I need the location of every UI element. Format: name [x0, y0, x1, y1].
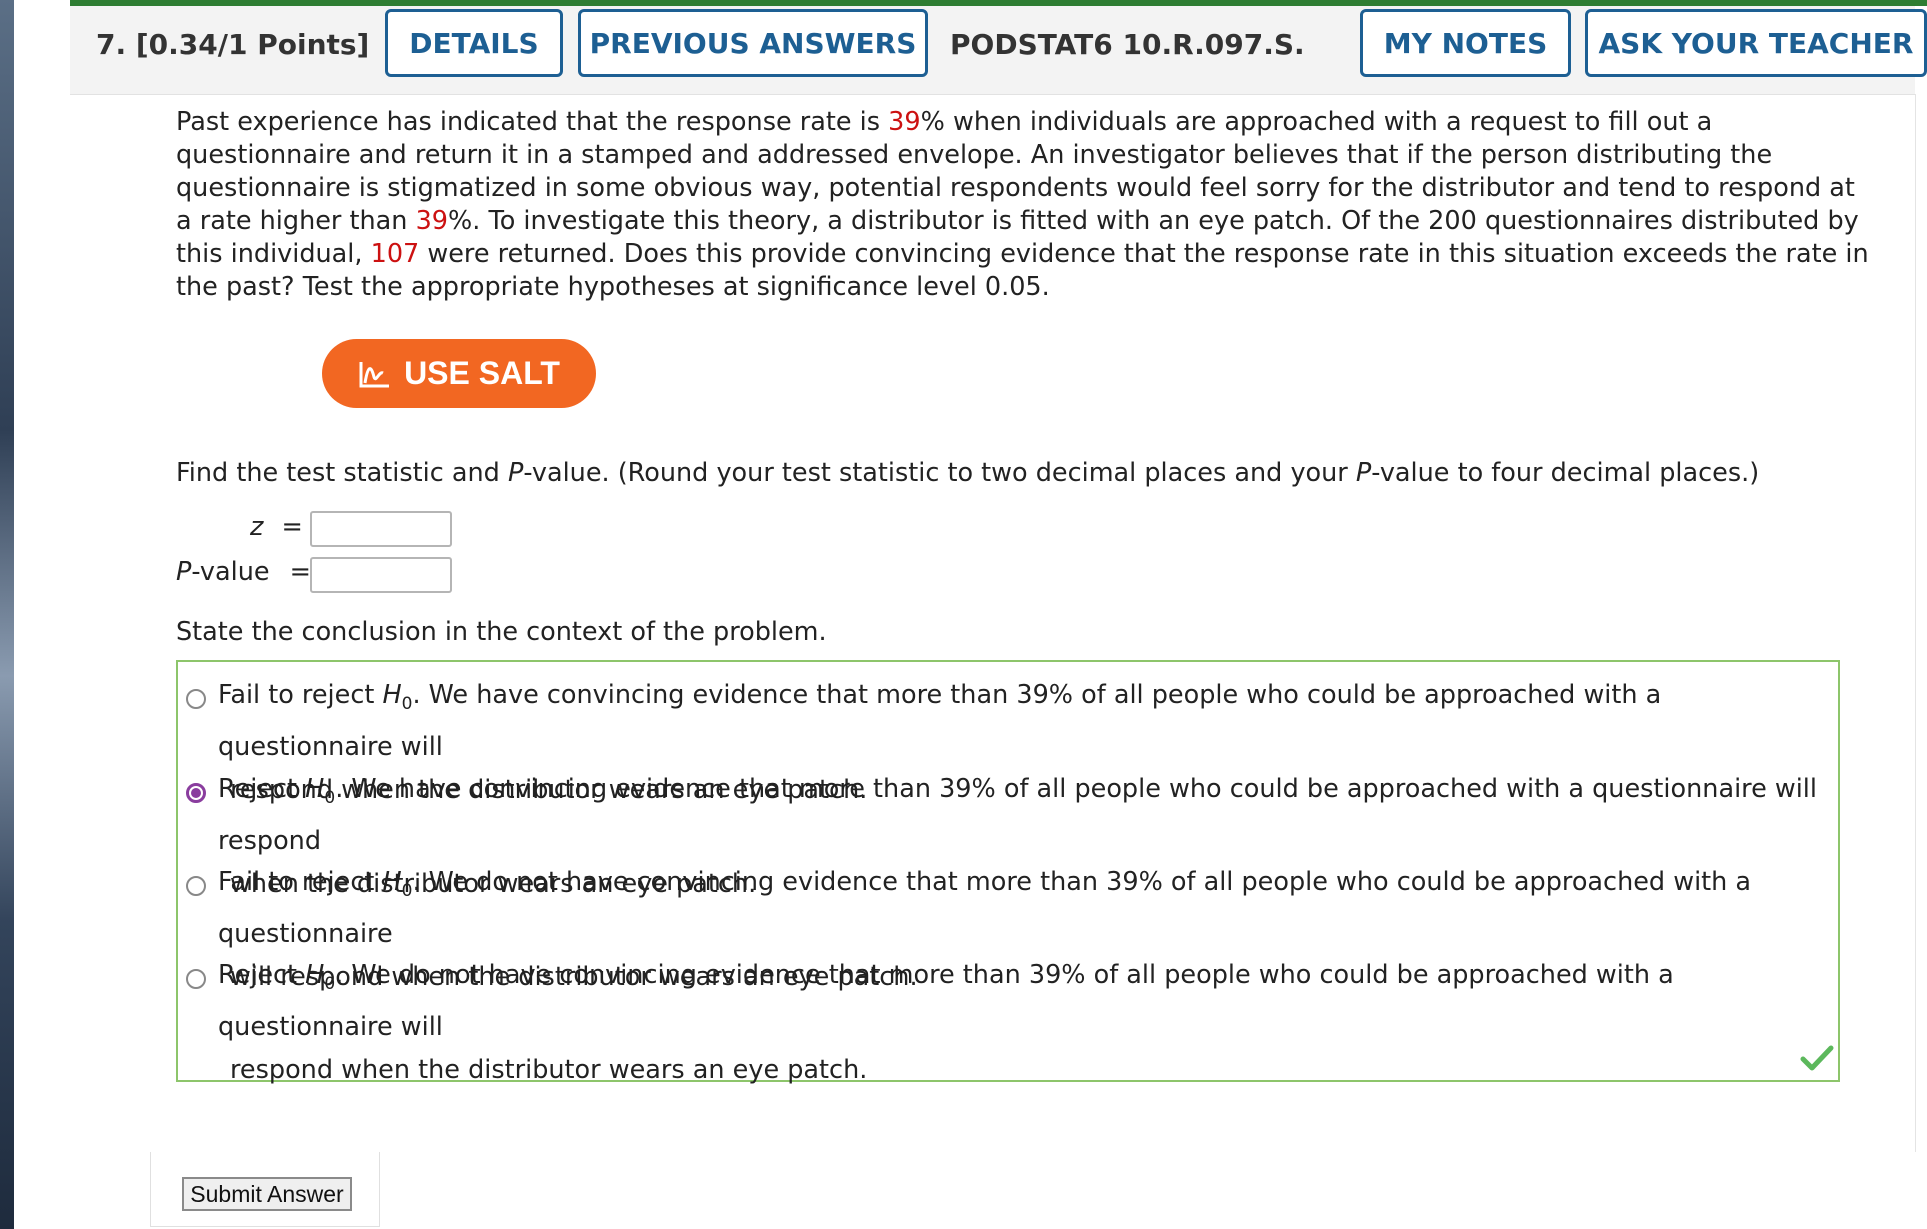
z-input[interactable]	[310, 511, 452, 547]
conclusion-prompt: State the conclusion in the context of t…	[176, 617, 827, 647]
prompt-text: -value to four decimal places.)	[1371, 458, 1760, 488]
radio-button[interactable]	[186, 969, 206, 989]
choice-text: Reject	[218, 774, 306, 804]
desktop-background-edge	[0, 0, 14, 1229]
salt-chart-icon	[359, 361, 390, 387]
choice-text: Reject	[218, 960, 306, 990]
radio-button[interactable]	[186, 689, 206, 709]
choice-text: . We have convincing evidence that more …	[218, 680, 1662, 763]
z-symbol: z	[250, 512, 264, 542]
radio-button-selected[interactable]	[186, 783, 206, 803]
choice-text: respond when the distributor wears an ey…	[230, 1055, 868, 1086]
h-subscript: 0	[401, 881, 413, 902]
p-value-label: P-value =	[176, 557, 311, 587]
problem-statement: Past experience has indicated that the r…	[176, 106, 1876, 304]
h-subscript: 0	[324, 974, 336, 995]
h-symbol: H	[382, 867, 402, 897]
my-notes-button[interactable]: MY NOTES	[1360, 9, 1571, 77]
returned-count: 107	[370, 239, 420, 269]
h-subscript: 0	[401, 694, 413, 715]
equals-sign: =	[289, 557, 312, 587]
p-symbol: P	[176, 557, 192, 587]
h-symbol: H	[382, 680, 402, 710]
h-subscript: 0	[324, 788, 336, 809]
ask-teacher-button[interactable]: ASK YOUR TEACHER	[1585, 9, 1927, 77]
choice-text: . We do not have convincing evidence tha…	[218, 867, 1752, 950]
choice-text: . We do not have convincing evidence tha…	[218, 960, 1674, 1043]
question-points: [0.34/1 Points]	[135, 28, 370, 61]
equals-sign: =	[281, 512, 303, 542]
h-symbol: H	[305, 774, 325, 804]
conclusion-choices: Fail to reject H0. We have convincing ev…	[176, 660, 1840, 1085]
p-value-input[interactable]	[310, 557, 452, 593]
radio-button[interactable]	[186, 876, 206, 896]
problem-text: were returned. Does this provide convinc…	[176, 239, 1869, 302]
details-button[interactable]: DETAILS	[385, 9, 563, 77]
choice-text: . We have convincing evidence that more …	[218, 774, 1817, 857]
problem-text: Past experience has indicated that the r…	[176, 107, 889, 137]
prompt-text: P	[1355, 458, 1372, 488]
z-label: z =	[250, 512, 303, 542]
question-title: 7. [0.34/1 Points]	[96, 28, 369, 61]
previous-answers-button[interactable]: PREVIOUS ANSWERS	[578, 9, 928, 77]
p-value-text: -value	[191, 557, 270, 587]
problem-code: PODSTAT6 10.R.097.S.	[950, 28, 1305, 61]
submit-answer-button[interactable]: Submit Answer	[182, 1177, 352, 1211]
use-salt-button[interactable]: USE SALT	[322, 339, 596, 408]
prompt-text: -value. (Round your test statistic to tw…	[523, 458, 1356, 488]
rate-value: 39	[415, 206, 449, 236]
question-number: 7.	[96, 28, 127, 61]
correct-check-icon	[1800, 1045, 1834, 1071]
prompt-text: P	[507, 458, 524, 488]
choice-text: Fail to reject	[218, 680, 383, 710]
find-prompt: Find the test statistic and P-value. (Ro…	[176, 458, 1759, 488]
choice-text: Fail to reject	[218, 867, 383, 897]
rate-value: 39	[888, 107, 921, 137]
h-symbol: H	[305, 960, 325, 990]
prompt-text: Find the test statistic and	[176, 458, 508, 488]
use-salt-label: USE SALT	[404, 355, 560, 391]
